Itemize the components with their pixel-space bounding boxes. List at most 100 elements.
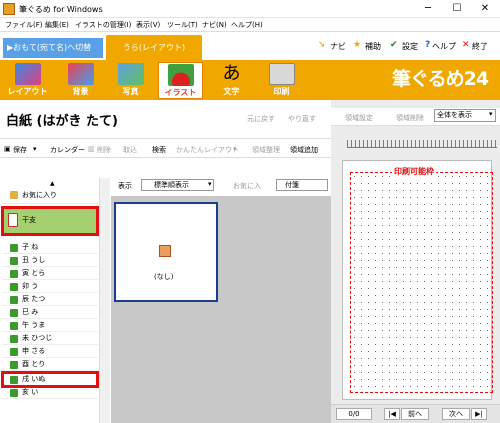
area-delete-button[interactable]: 領域削除	[396, 113, 424, 123]
list-item[interactable]: 寅 とら	[2, 267, 98, 280]
first-page-button[interactable]: |◀	[384, 408, 400, 420]
folder-icon	[10, 322, 18, 330]
page-indicator: 0/0	[336, 408, 372, 420]
folder-icon	[10, 257, 18, 265]
next-page-button[interactable]: 次へ	[442, 408, 470, 420]
prev-page-button[interactable]: 前へ	[401, 408, 429, 420]
window-title: 筆ぐるめ for Windows	[19, 5, 103, 14]
close-button[interactable]: ✕	[471, 0, 499, 18]
delete-button[interactable]: 削除	[97, 145, 111, 155]
help-icon: ?	[425, 40, 431, 50]
tag-filter[interactable]: 付箋	[276, 179, 328, 191]
folder-icon	[10, 389, 18, 397]
list-item-label: 未 ひつじ	[22, 334, 53, 342]
list-item-label: 午 うま	[22, 321, 46, 329]
ribbon-background[interactable]: 背景	[58, 62, 103, 99]
printer-icon	[268, 63, 295, 85]
ribbon-layout[interactable]: レイアウト	[5, 62, 50, 99]
favorites-label: お気に入り	[22, 191, 57, 199]
maximize-button[interactable]: ☐	[443, 0, 471, 18]
ribbon-text[interactable]: あ 文字	[209, 62, 254, 99]
easy-layout-dropdown-icon[interactable]: ▾	[233, 145, 237, 153]
folder-icon	[10, 335, 18, 343]
list-item[interactable]: 卯 う	[2, 280, 98, 293]
list-item[interactable]: 申 さる	[2, 345, 98, 358]
ribbon-photo-label: 写真	[122, 87, 139, 96]
folder-icon	[10, 270, 18, 278]
list-item[interactable]: 辰 たつ	[2, 293, 98, 306]
background-icon	[67, 63, 94, 85]
save-button[interactable]: 保存	[13, 145, 27, 155]
list-item-label: 子 ね	[22, 243, 39, 251]
trash-icon: ▥	[88, 145, 95, 153]
undo-button[interactable]: 元に戻す	[247, 114, 275, 124]
list-scrollbar[interactable]	[99, 178, 110, 423]
ribbon-illust[interactable]: イラスト	[158, 62, 203, 99]
last-page-button[interactable]: ▶|	[471, 408, 487, 420]
list-item[interactable]: 酉 とり	[2, 358, 98, 371]
ribbon-photo[interactable]: 写真	[108, 62, 153, 99]
list-item-favorites[interactable]: お気に入り	[2, 186, 98, 204]
zoom-select[interactable]: 全体を表示	[434, 109, 496, 122]
list-item-label: 辰 たつ	[22, 295, 46, 303]
folder-icon	[10, 283, 18, 291]
list-item-label: 酉 とり	[22, 360, 46, 368]
menu-tools[interactable]: ツール(T)	[167, 20, 198, 30]
folder-icon	[10, 348, 18, 356]
list-item[interactable]: 未 ひつじ	[2, 332, 98, 345]
area-settings-button[interactable]: 領域設定	[345, 113, 373, 123]
ribbon-text-label: 文字	[223, 87, 240, 96]
menu-view[interactable]: 表示(V)	[136, 20, 160, 30]
folder-icon	[10, 309, 18, 317]
list-item[interactable]: 巳 み	[2, 306, 98, 319]
minimize-button[interactable]: ─	[414, 0, 442, 18]
list-item[interactable]: 子 ね	[2, 241, 98, 254]
help-button[interactable]: ヘルプ	[432, 41, 456, 52]
tab-front-switch[interactable]: ▶おもて(宛て名)へ切替	[3, 38, 103, 58]
tab-back-layout[interactable]: うら(レイアウト)	[106, 35, 202, 60]
list-item-label: 巳 み	[22, 308, 39, 316]
menu-file[interactable]: ファイル(F)	[5, 20, 43, 30]
list-item-label: 申 さる	[22, 347, 46, 355]
folder-icon	[10, 191, 18, 199]
ribbon-print-label: 印刷	[273, 87, 290, 96]
document-title: 白紙 (はがき たて)	[6, 114, 118, 129]
calendar-button[interactable]: カレンダー	[50, 145, 85, 155]
exit-button[interactable]: 終了	[472, 41, 488, 52]
hojo-button[interactable]: 補助	[365, 41, 381, 52]
list-item[interactable]: 丑 うし	[2, 254, 98, 267]
fav-filter[interactable]: お気に入	[233, 181, 261, 191]
area-arrange-button[interactable]: 領域整理	[252, 145, 280, 155]
settings-button[interactable]: 設定	[402, 41, 418, 52]
exit-icon: ✕	[462, 40, 470, 50]
list-item-label: 丑 うし	[22, 256, 46, 264]
highlight-eto	[1, 206, 99, 236]
navi-button[interactable]: ナビ	[330, 41, 346, 52]
list-item-label: 寅 とら	[22, 269, 46, 277]
menu-illust[interactable]: イラストの管理(I)	[75, 20, 131, 30]
folder-icon	[10, 244, 18, 252]
sort-dropdown-icon[interactable]: ▾	[208, 180, 212, 188]
import-button[interactable]: 取込	[123, 145, 137, 155]
ribbon-background-label: 背景	[72, 87, 89, 96]
print-area-label: 印刷可能枠	[392, 166, 436, 177]
easy-layout-button[interactable]: かんたんレイアウト	[176, 145, 239, 155]
ribbon-print[interactable]: 印刷	[259, 62, 304, 99]
menu-edit[interactable]: 編集(E)	[45, 20, 69, 30]
area-add-button[interactable]: 領域追加	[290, 145, 318, 155]
menu-help[interactable]: ヘルプ(H)	[231, 20, 263, 30]
zoom-dropdown-icon[interactable]: ▾	[489, 110, 493, 118]
ruler	[347, 140, 497, 148]
folder-icon	[10, 361, 18, 369]
list-item[interactable]: 午 うま	[2, 319, 98, 332]
layout-icon	[14, 63, 41, 85]
watermelon-icon	[167, 64, 194, 86]
text-icon: あ	[222, 63, 241, 84]
list-item-label: 亥 い	[22, 388, 39, 396]
sort-select[interactable]: 標準順表示	[141, 179, 214, 191]
list-item-label: 卯 う	[22, 282, 39, 290]
redo-button[interactable]: やり直す	[288, 114, 316, 124]
search-button[interactable]: 検索	[152, 145, 166, 155]
dropdown-icon[interactable]: ▾	[33, 145, 37, 153]
menu-navi[interactable]: ナビ(N)	[202, 20, 227, 30]
